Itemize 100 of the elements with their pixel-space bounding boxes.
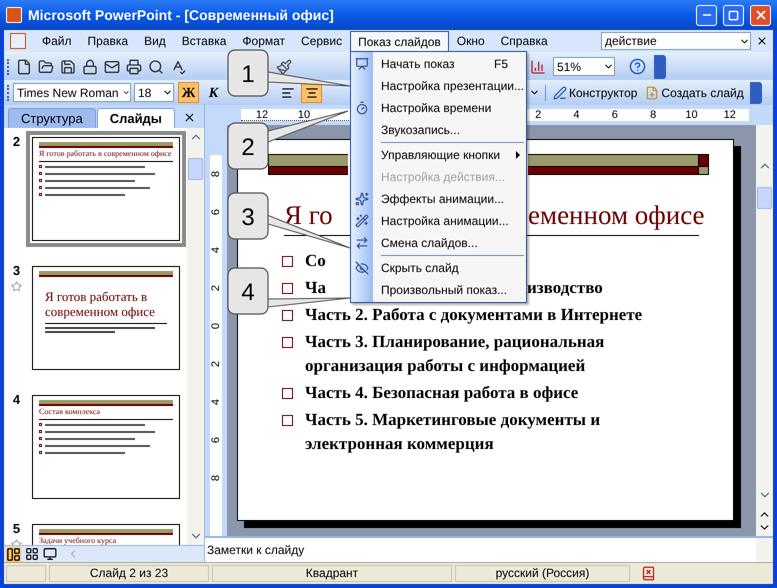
bullet-text: Часть 2. Работа с документами в Интернете <box>305 304 642 326</box>
transition-icon <box>355 236 369 250</box>
bullet-text: Часть 5. Маркетинговые документы и электронная коммерция <box>305 409 602 455</box>
slide-number: 5 <box>12 521 20 536</box>
slide-thumbnail[interactable]: Я готов работать в современном офисе <box>26 131 186 247</box>
help-icon[interactable] <box>629 58 646 75</box>
pen-icon <box>553 86 567 100</box>
new-page-icon <box>645 86 660 100</box>
scrollbar[interactable] <box>187 128 204 545</box>
new-file-icon[interactable] <box>16 58 32 74</box>
ruler-number: 4 <box>572 109 581 121</box>
numbered-callout: 1 <box>227 49 350 97</box>
ruler-number: 4 <box>208 398 223 408</box>
bullet-text: Со <box>305 250 326 272</box>
slide-title: еменном офисе <box>528 199 705 231</box>
menu-item[interactable]: Вид <box>136 30 174 52</box>
menu-item[interactable]: Показ слайдов <box>350 30 449 52</box>
ruler-number: 8 <box>649 109 658 121</box>
bold-button[interactable]: Ж <box>178 82 199 103</box>
close-icon[interactable] <box>756 35 768 47</box>
chart-icon[interactable] <box>530 58 546 74</box>
mail-icon[interactable] <box>104 58 120 74</box>
thumbnail-title: Я готов работать в современном офисе <box>45 289 156 319</box>
ruler-number: 12 <box>722 109 737 121</box>
save-icon[interactable] <box>60 58 76 74</box>
bullet-text: изводство <box>527 277 603 299</box>
panel-tab[interactable]: Слайды <box>96 108 175 128</box>
menu-option[interactable]: Смена слайдов... <box>381 232 526 254</box>
slideshow-view-icon[interactable] <box>43 547 57 561</box>
close-icon[interactable] <box>183 111 196 124</box>
sparkles-icon <box>355 192 369 206</box>
ruler-number: 6 <box>208 436 223 446</box>
menu-option[interactable]: Настройка времени <box>381 97 526 119</box>
ruler-number: 2 <box>534 109 542 121</box>
close-button[interactable] <box>750 4 771 26</box>
document-icon <box>10 33 26 49</box>
open-folder-icon[interactable] <box>38 58 54 74</box>
bullet-square-icon <box>282 337 293 348</box>
submenu-arrow-icon <box>516 151 520 159</box>
bullet-text: Часть 4. Безопасная работа в офисе <box>305 382 578 404</box>
menu-item[interactable]: Файл <box>34 30 80 52</box>
ruler-number: 8 <box>208 170 223 180</box>
scrollbar[interactable] <box>756 125 773 536</box>
close-icon <box>754 8 768 22</box>
ruler-number: 10 <box>296 108 312 120</box>
timer-icon <box>355 101 369 115</box>
menu-option[interactable]: Звукозапись... <box>381 119 526 141</box>
app-icon <box>6 7 22 23</box>
scrollbar-thumb[interactable] <box>188 158 203 180</box>
panel-tab[interactable]: Структура <box>8 108 96 128</box>
presentation-icon <box>355 57 369 71</box>
ruler-number: 10 <box>684 109 699 121</box>
scrollbar[interactable] <box>756 536 773 562</box>
italic-button[interactable]: К <box>203 82 224 103</box>
notes-field[interactable]: Заметки к слайду <box>205 536 756 562</box>
slide-number: 4 <box>12 392 20 407</box>
wand-icon <box>355 214 369 228</box>
maximize-button[interactable] <box>723 4 744 26</box>
normal-view-icon[interactable] <box>6 546 21 562</box>
sorter-view-icon[interactable] <box>25 547 39 561</box>
menu-item[interactable]: Формат <box>234 30 294 52</box>
paintbrush-icon[interactable] <box>276 58 292 74</box>
menu-option[interactable]: Управляющие кнопки <box>381 144 516 166</box>
ruler-number: 2 <box>208 360 223 370</box>
spelling-status-icon <box>641 566 656 581</box>
menu-item[interactable]: Справка <box>492 30 556 52</box>
menu-option[interactable]: Произвольный показ... <box>381 279 526 301</box>
slide-number: 3 <box>12 263 20 278</box>
status-text: Слайд 2 из 23 <box>49 565 209 582</box>
menu-item[interactable]: Окно <box>448 30 493 52</box>
menu-option[interactable]: Начать показ F5 <box>381 53 526 75</box>
status-text: Квадрант <box>212 565 452 582</box>
scrollbar-thumb[interactable] <box>757 187 772 209</box>
bullet-square-icon <box>282 388 293 399</box>
toolbar-options-button[interactable] <box>654 54 666 78</box>
slide-number: 2 <box>12 134 20 149</box>
lock-icon[interactable] <box>82 58 98 74</box>
menu-item[interactable]: Правка <box>80 30 136 52</box>
menu-item[interactable]: Сервис <box>293 30 350 52</box>
printer-icon[interactable] <box>126 58 142 74</box>
menu-item[interactable]: Вставка <box>174 30 234 52</box>
new-slide-button[interactable]: Создать слайд <box>643 82 746 103</box>
ruler-number: 6 <box>208 208 223 218</box>
menu-option[interactable]: Настройка анимации... <box>381 210 526 232</box>
bullet-text: Ча <box>305 277 326 299</box>
design-button[interactable]: Конструктор <box>551 82 640 103</box>
bullet-text: Часть 3. Планирование, рациональная организация работы с информацией <box>305 331 606 377</box>
minimize-button[interactable] <box>696 4 717 26</box>
menu-option[interactable]: Настройка презентации... <box>381 75 526 97</box>
menu-option[interactable]: Эффекты анимации... <box>381 188 526 210</box>
toolbar-options-button[interactable] <box>750 82 762 104</box>
hidden-slide-icon <box>355 261 369 275</box>
preview-icon[interactable] <box>148 58 164 74</box>
ruler-number: 4 <box>208 246 223 256</box>
menu-option[interactable]: Скрыть слайд <box>381 257 526 279</box>
ruler-number: 12 <box>254 108 270 120</box>
thumbnail-title: Задачи учебного курса <box>39 536 116 545</box>
ruler-number: 2 <box>208 284 223 294</box>
slide-title: Я го <box>284 199 333 231</box>
bullet-square-icon <box>282 310 293 321</box>
